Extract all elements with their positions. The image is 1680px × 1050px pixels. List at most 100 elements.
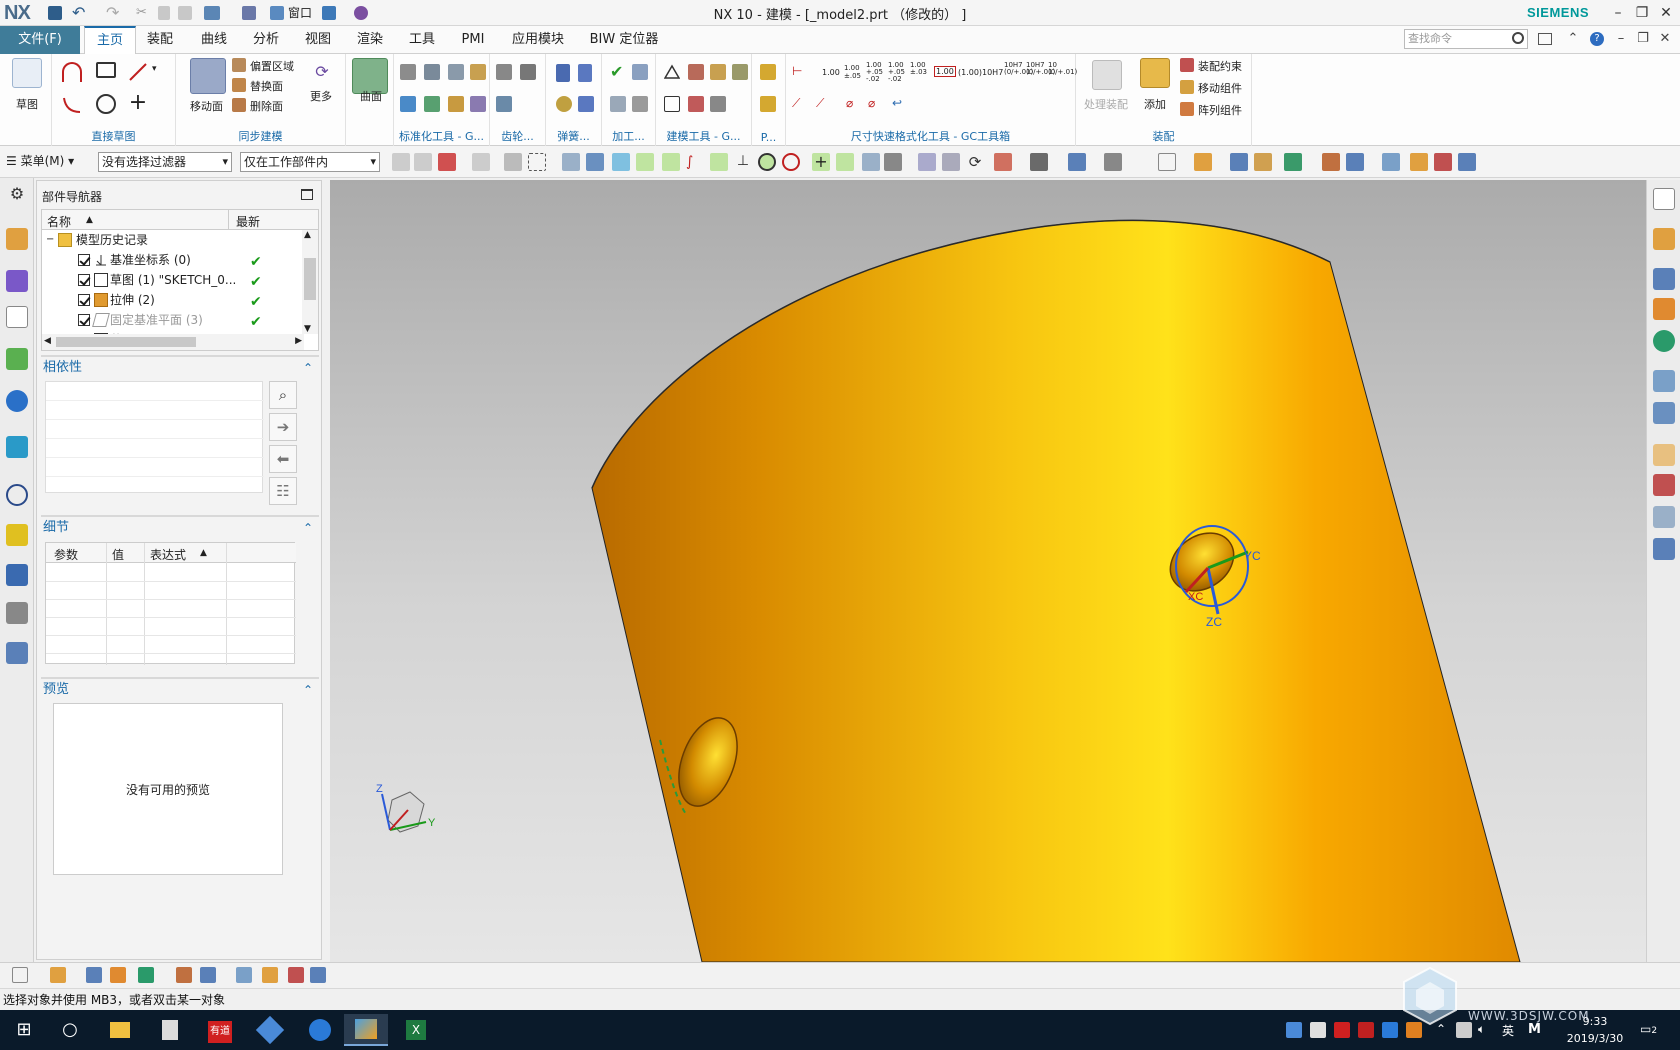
select-face-icon[interactable]	[586, 153, 604, 171]
view-tool-2-icon[interactable]	[884, 153, 902, 171]
network-icon[interactable]: ⌃	[1436, 1022, 1452, 1038]
tree-row-extrude[interactable]: 拉伸 (2) ✔	[42, 290, 304, 310]
replace-icon[interactable]	[1653, 402, 1675, 424]
ribbon-display-icon[interactable]	[1538, 33, 1552, 45]
roles-icon[interactable]	[6, 564, 28, 586]
mirror-assembly-icon[interactable]	[1653, 298, 1675, 320]
std-tool-5-icon[interactable]	[400, 96, 416, 112]
dim-btn-7[interactable]: (1.00)	[958, 68, 982, 77]
component-3-icon[interactable]	[1254, 153, 1272, 171]
maximize-icon[interactable]	[301, 189, 313, 200]
sketch-icon[interactable]	[12, 58, 42, 88]
p-group-label[interactable]: P...	[752, 131, 785, 144]
clearance-icon[interactable]	[1653, 538, 1675, 560]
sort-ascending-icon[interactable]: ▲	[200, 548, 207, 558]
clock-icon[interactable]	[6, 484, 28, 506]
modeling-tools-group-label[interactable]: 建模工具 - G...	[656, 128, 751, 144]
expression-column-header[interactable]: 表达式	[150, 546, 186, 563]
copy-icon[interactable]	[158, 6, 170, 20]
bottom-tool-7-icon[interactable]	[200, 967, 216, 983]
component-5-icon[interactable]	[1322, 153, 1340, 171]
snap-line-icon[interactable]	[636, 153, 654, 171]
assembly-constraint-label[interactable]: 装配约束	[1198, 58, 1242, 74]
select-tool-2-icon[interactable]	[414, 153, 432, 171]
doc-minimize-icon[interactable]: –	[1612, 30, 1630, 48]
param-column-header[interactable]: 参数	[54, 546, 78, 563]
create-array-icon[interactable]	[1653, 268, 1675, 290]
scroll-down-icon[interactable]: ▼	[304, 324, 311, 334]
file-explorer-icon[interactable]	[100, 1014, 140, 1046]
palette-icon[interactable]	[6, 642, 28, 664]
dependencies-header[interactable]: 相依性 ⌃	[41, 355, 319, 377]
component-6-icon[interactable]	[1346, 153, 1364, 171]
dim-btn-11[interactable]: 10 (0/+.01)	[1048, 62, 1077, 76]
scroll-right-icon[interactable]: ▶	[295, 336, 302, 346]
bottom-tool-3-icon[interactable]	[86, 967, 102, 983]
redo-icon[interactable]: ↷	[106, 5, 122, 21]
move-component-label[interactable]: 移动组件	[1198, 80, 1242, 96]
restore-icon[interactable]: ❐	[1632, 3, 1652, 23]
bottom-tool-8-icon[interactable]	[236, 967, 252, 983]
switch-window-icon[interactable]	[322, 6, 336, 20]
chevron-up-icon[interactable]: ⌃	[303, 357, 313, 379]
rectangle-icon[interactable]	[96, 62, 116, 78]
graphics-window[interactable]: YC ZC XC Z Y	[330, 180, 1646, 962]
help-icon[interactable]: ?	[1590, 32, 1604, 46]
view-tool-1-icon[interactable]	[862, 153, 880, 171]
tree-vertical-scrollbar[interactable]: ▲ ▼	[302, 230, 318, 334]
tab-analysis[interactable]: 分析	[244, 26, 288, 54]
gear-2-icon[interactable]	[520, 64, 536, 80]
tab-biw-locator[interactable]: BIW 定位器	[584, 26, 664, 54]
collapse-ribbon-icon[interactable]: ⌃	[1564, 30, 1582, 48]
visualization-icon[interactable]	[6, 524, 28, 546]
modeling-tool-6-icon[interactable]	[688, 96, 704, 112]
gear-group-label[interactable]: 齿轮...	[490, 128, 545, 144]
dim-btn-1[interactable]: 1.00	[822, 68, 840, 77]
bottom-tool-1-icon[interactable]	[12, 967, 28, 983]
snap-intersect-icon[interactable]	[836, 153, 854, 171]
bottom-tool-5-icon[interactable]	[138, 967, 154, 983]
bottom-tool-10-icon[interactable]	[288, 967, 304, 983]
select-tool-5-icon[interactable]	[504, 153, 522, 171]
doc-restore-icon[interactable]: ❐	[1634, 30, 1652, 48]
calculator-icon[interactable]	[150, 1014, 190, 1046]
select-box-icon[interactable]	[528, 153, 546, 171]
ime-mode-icon[interactable]: M	[1528, 1022, 1544, 1038]
nx-taskbar-icon[interactable]	[344, 1014, 388, 1046]
save-icon[interactable]	[48, 6, 62, 20]
fit-icon[interactable]	[918, 153, 936, 171]
more-sketch-icon[interactable]: ▾	[152, 64, 172, 84]
delete-face-icon[interactable]	[232, 98, 246, 112]
visibility-checkbox[interactable]	[78, 314, 90, 326]
scroll-up-icon[interactable]: ▲	[304, 230, 311, 240]
dim-tool-3-icon[interactable]: ⟋	[816, 96, 834, 112]
machining-3-icon[interactable]	[610, 96, 626, 112]
snap-icon[interactable]	[612, 153, 630, 171]
dimension-group-label[interactable]: 尺寸快速格式化工具 - GC工具箱	[786, 128, 1075, 144]
tree-row-datum-plane[interactable]: 固定基准平面 (3) ✔	[42, 310, 304, 330]
modeling-tool-7-icon[interactable]	[710, 96, 726, 112]
dim-btn-4[interactable]: 1.00 +.05 -.02	[888, 62, 906, 83]
repeat-command-icon[interactable]	[204, 6, 220, 20]
find-dependency-button[interactable]: ⌕	[269, 381, 297, 409]
std-tools-group-label[interactable]: 标准化工具 - G...	[394, 128, 489, 144]
ethernet-icon[interactable]	[1456, 1022, 1472, 1038]
web-browser-icon[interactable]	[6, 390, 28, 412]
more-sync-icon[interactable]: ⟳	[312, 62, 332, 82]
snap-point-icon[interactable]: +	[812, 153, 830, 171]
dim-btn-8[interactable]: 10H7	[982, 68, 1003, 77]
part-navigator-icon[interactable]	[6, 306, 28, 328]
triangle-icon[interactable]	[663, 64, 681, 80]
reuse-library-icon[interactable]	[6, 348, 28, 370]
component-9-icon[interactable]	[1434, 153, 1452, 171]
cut-icon[interactable]: ✂	[136, 6, 150, 20]
zoom-icon[interactable]	[942, 153, 960, 171]
offset-region-label[interactable]: 偏置区域	[250, 58, 294, 74]
dim-btn-3[interactable]: 1.00 +.05 -.02	[866, 62, 884, 83]
cylinder-body[interactable]	[591, 220, 1521, 962]
move-icon[interactable]	[1653, 370, 1675, 392]
modeling-tool-5-icon[interactable]	[664, 96, 680, 112]
main-menu-button[interactable]: ☰ 菜单(M) ▾	[6, 152, 74, 169]
component-1-icon[interactable]	[1194, 153, 1212, 171]
p-tool-1-icon[interactable]	[760, 64, 776, 80]
